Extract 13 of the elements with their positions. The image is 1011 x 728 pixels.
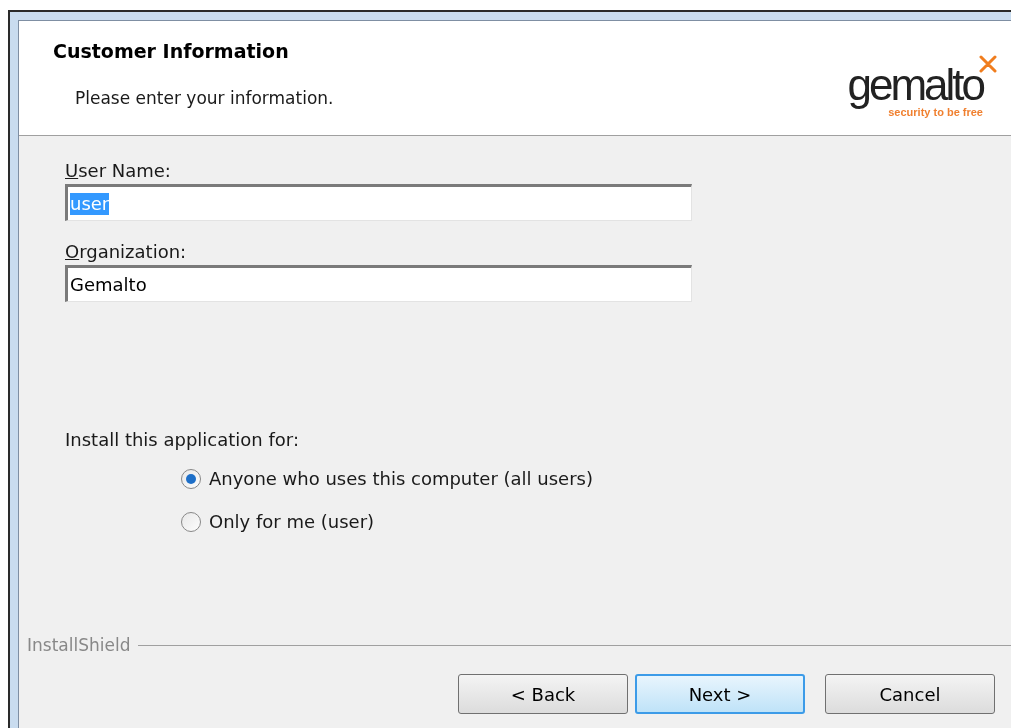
section-label: Install this application for: [65,428,300,452]
dialog-button[interactable]: Next > [635,674,805,714]
page-subtitle: Please enter your information. [75,86,334,110]
brand-label: InstallShield [27,633,131,657]
field-label: User Name: [65,160,172,182]
input-field[interactable]: Gemalto [65,265,692,302]
dialog-button[interactable]: Cancel [825,674,995,714]
radio-option[interactable]: Anyone who uses this computer (all users) [181,465,593,492]
logo: gemalto security to be free [847,37,997,135]
dialog-button[interactable]: < Back [458,674,628,714]
page-title: Customer Information [53,39,290,64]
field-label: Organization: [65,241,188,263]
radio-option[interactable]: Only for me (user) [181,508,375,535]
